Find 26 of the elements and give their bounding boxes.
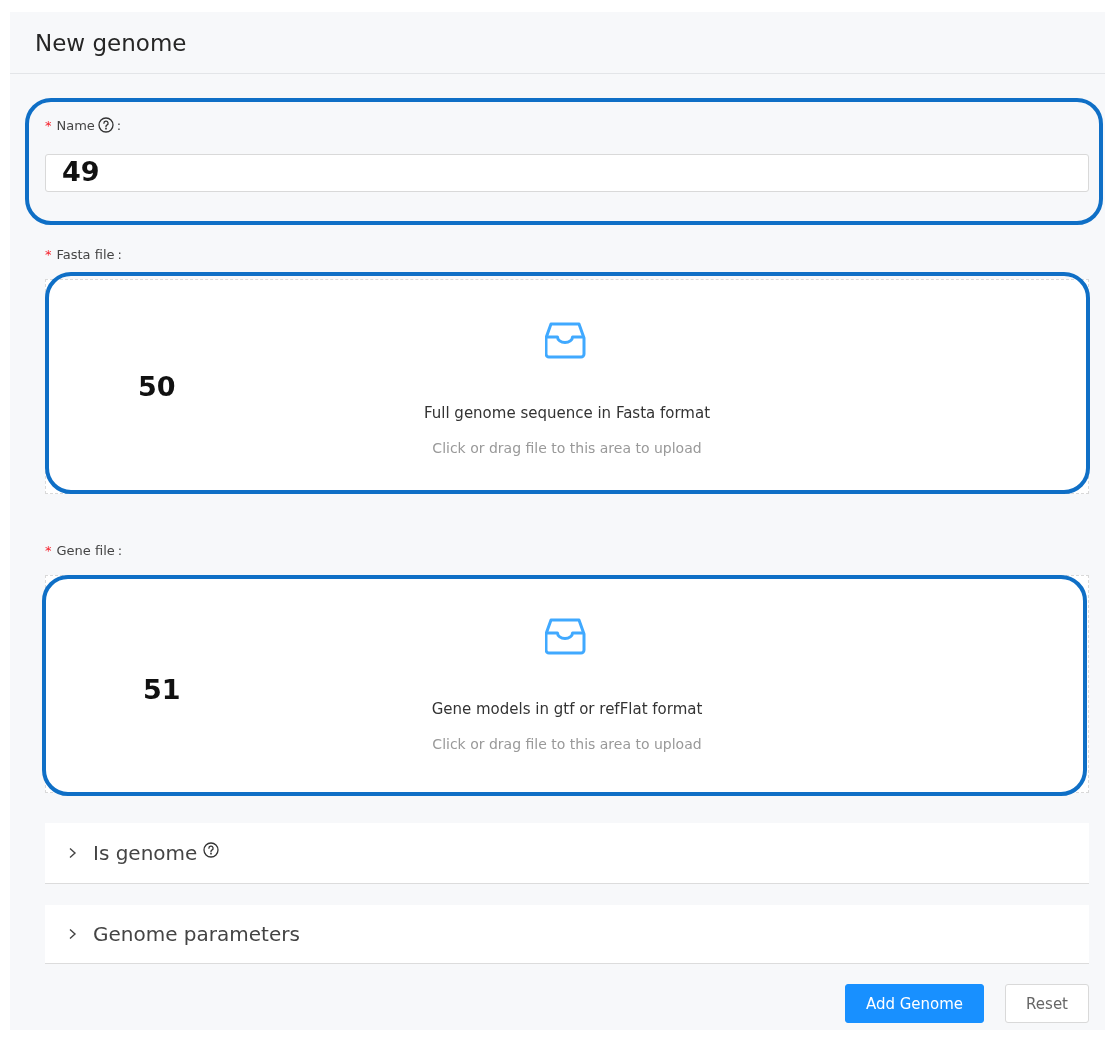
upload-title: Full genome sequence in Fasta format: [423, 404, 711, 422]
help-icon: [97, 117, 114, 133]
field-label: Fasta file: [56, 246, 115, 262]
callout-number: 49: [62, 156, 100, 187]
field-label: Gene file: [56, 542, 115, 558]
upload-hint: Click or drag file to this area to upload: [432, 736, 702, 752]
inbox-icon: [545, 616, 589, 656]
inbox-icon: [545, 320, 589, 360]
required-mark: *: [45, 246, 52, 262]
required-mark: *: [45, 117, 52, 133]
upload-hint: Click or drag file to this area to upload: [432, 440, 702, 456]
name-field[interactable]: [45, 154, 1089, 192]
panel-title: Is genome: [93, 841, 198, 865]
field-label: Name: [56, 117, 95, 133]
panel-title: Genome parameters: [93, 922, 300, 946]
label-colon: :: [117, 542, 123, 558]
label-colon: :: [117, 246, 122, 262]
reset-button[interactable]: Reset: [1005, 984, 1089, 1023]
required-mark: *: [45, 542, 52, 558]
page-title: New genome: [35, 29, 187, 56]
label-colon: :: [116, 117, 122, 133]
collapse-panel[interactable]: Genome parameters: [45, 905, 1089, 964]
upload-title: Gene models in gtf or refFlat format: [431, 700, 703, 718]
collapse-panel[interactable]: Is genome: [45, 823, 1089, 884]
callout-number: 51: [143, 674, 181, 705]
callout-number: 50: [138, 371, 176, 402]
